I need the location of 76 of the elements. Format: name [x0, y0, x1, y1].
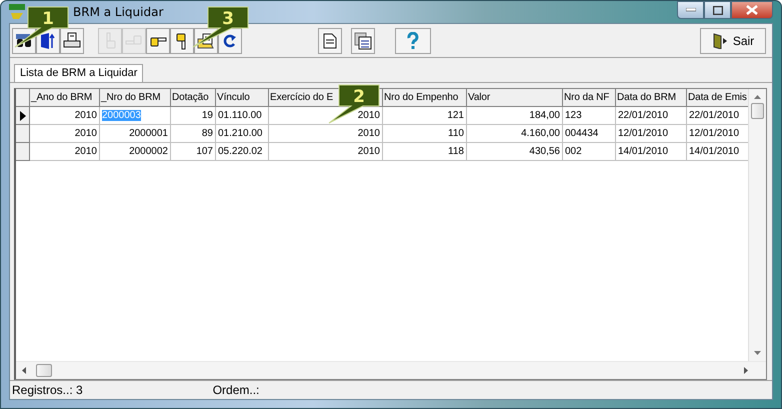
- tab[interactable]: Lista de BRM a Liquidar: [14, 64, 144, 82]
- table-cell: 4.160,00: [521, 128, 560, 139]
- table-cell: 12/01/2010: [618, 128, 668, 139]
- column-header[interactable]: Vínculo: [216, 89, 269, 107]
- table-cell: 22/01/2010: [618, 110, 668, 121]
- table-cell: 2010: [74, 146, 97, 157]
- sort-order-label: Ordem..:: [212, 383, 260, 397]
- printer-icon: [63, 32, 81, 50]
- record-count: Registros..: 3: [12, 383, 83, 397]
- column-header[interactable]: Data de Emis: [687, 89, 748, 107]
- table-cell: 2000002: [129, 146, 168, 157]
- callout-marker: [328, 84, 380, 124]
- callout-number: 1: [42, 9, 54, 29]
- table-cell: 14/01/2010: [689, 146, 740, 157]
- scroll-down-icon[interactable]: [754, 351, 761, 355]
- close-icon: [746, 5, 758, 15]
- book-arrow-icon: [39, 32, 57, 50]
- callout-marker: [192, 6, 248, 48]
- callout-marker: [14, 6, 68, 48]
- exit-button[interactable]: Sair: [700, 28, 766, 54]
- table-cell: 107: [196, 146, 213, 157]
- table-cell: 2000001: [129, 128, 168, 139]
- column-header[interactable]: Nro da NF: [563, 89, 616, 107]
- table-cell: 12/01/2010: [689, 128, 740, 139]
- callout-number: 2: [353, 87, 365, 107]
- refresh-icon: [223, 32, 237, 48]
- column-header[interactable]: Nro do Empenho: [383, 89, 467, 107]
- table-cell: 110: [448, 128, 464, 139]
- scrollbar-thumb[interactable]: [751, 103, 764, 119]
- table-cell: 89: [202, 128, 213, 139]
- toolbar-button[interactable]: [60, 28, 84, 54]
- column-header[interactable]: _Ano do BRM: [30, 89, 100, 107]
- table-cell: 2000003: [102, 110, 141, 121]
- minimize-button[interactable]: [677, 1, 704, 19]
- app-icon: [9, 4, 25, 20]
- close-button[interactable]: [731, 1, 773, 19]
- table-cell: 01.110.00: [218, 110, 262, 121]
- toolbar-button[interactable]: [170, 28, 194, 54]
- table-cell: 123: [565, 110, 582, 121]
- maximize-button[interactable]: [704, 1, 731, 19]
- table-cell: 05.220.02: [218, 146, 262, 157]
- scroll-right-icon[interactable]: [744, 367, 748, 374]
- scroll-up-icon[interactable]: [754, 95, 761, 99]
- column-header[interactable]: Data do BRM: [616, 89, 687, 107]
- toolbar-button[interactable]: [318, 28, 342, 54]
- table-cell: 184,00: [529, 110, 560, 121]
- help-icon: [406, 32, 420, 50]
- door-icon: [712, 32, 728, 48]
- table-cell: 002: [565, 146, 582, 157]
- column-header[interactable]: _Nro do BRM: [100, 89, 171, 107]
- row-indicator[interactable]: [16, 107, 30, 125]
- table-cell: 14/01/2010: [618, 146, 668, 157]
- table-cell: 118: [448, 146, 464, 157]
- maximize-icon: [712, 6, 722, 14]
- document-icon: [323, 32, 337, 48]
- table-cell: 2010: [74, 128, 97, 139]
- table-cell: 2010: [358, 110, 380, 121]
- table-cell: 01.210.00: [218, 128, 262, 139]
- table-cell: 2010: [358, 128, 380, 139]
- toolbar-button[interactable]: [146, 28, 170, 54]
- table-cell: 19: [202, 110, 213, 121]
- table-cell: 121: [447, 110, 464, 121]
- documents-icon: [354, 32, 372, 50]
- minimize-icon: [686, 8, 696, 12]
- table-cell: 2010: [74, 110, 97, 121]
- column-header[interactable]: Valor: [467, 89, 563, 107]
- callout-number: 3: [222, 9, 234, 29]
- window-title: BRM a Liquidar: [73, 5, 164, 19]
- table-cell: 22/01/2010: [689, 110, 740, 121]
- toolbar-button[interactable]: [351, 28, 375, 54]
- table-cell: 004434: [565, 128, 598, 139]
- table-cell: 430,56: [529, 146, 560, 157]
- scrollbar-thumb[interactable]: [36, 364, 52, 377]
- table-cell: 2010: [358, 146, 380, 157]
- column-header[interactable]: Dotação: [171, 89, 216, 107]
- scroll-left-icon[interactable]: [22, 367, 26, 374]
